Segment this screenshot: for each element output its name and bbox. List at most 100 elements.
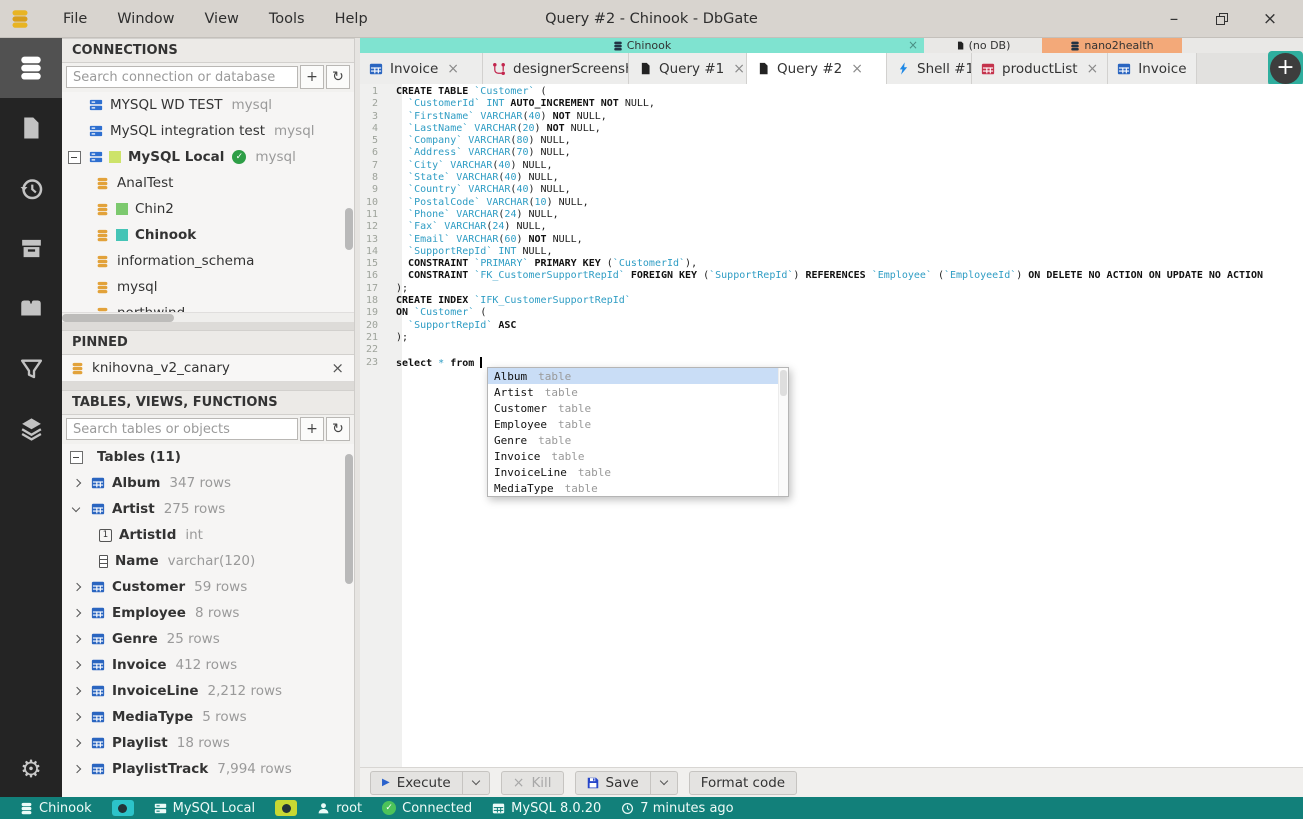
autocomplete-item[interactable]: Album table (488, 368, 778, 384)
code-line[interactable]: 5 `Company` VARCHAR(80) NULL, (360, 135, 1303, 147)
autocomplete-item[interactable]: Employee table (488, 416, 778, 432)
code-line[interactable]: 6 `Address` VARCHAR(70) NULL, (360, 147, 1303, 159)
tables-search-input[interactable] (66, 418, 298, 440)
code-line[interactable]: 14 `SupportRepId` INT NULL, (360, 246, 1303, 258)
tab[interactable]: productList × (972, 53, 1109, 84)
tab[interactable]: Invoice (1108, 53, 1197, 84)
status-database[interactable]: Chinook (10, 801, 102, 816)
tab[interactable]: Shell #1 × (887, 53, 972, 84)
autocomplete-item[interactable]: MediaType table (488, 480, 778, 496)
restore-button[interactable] (1211, 8, 1233, 30)
table-tree-item[interactable]: InvoiceLine 2,212 rows (62, 678, 354, 704)
table-tree-item[interactable]: Album 347 rows (62, 470, 354, 496)
code-line[interactable]: 8 `State` VARCHAR(40) NULL, (360, 172, 1303, 184)
code-line[interactable]: 4 `LastName` VARCHAR(20) NOT NULL, (360, 123, 1303, 135)
collapse-box-icon[interactable] (68, 450, 90, 464)
menu-item[interactable]: View (191, 7, 251, 31)
refresh-connections-button[interactable]: ↻ (326, 65, 350, 89)
menu-item[interactable]: Help (322, 7, 381, 31)
connection-item[interactable]: information_schema (62, 248, 354, 274)
table-tree-item[interactable]: Genre 25 rows (62, 626, 354, 652)
menu-item[interactable]: Window (104, 7, 187, 31)
close-group-icon[interactable]: × (908, 38, 918, 52)
tab[interactable]: designerScreenshot × (483, 53, 629, 84)
minimize-button[interactable]: – (1163, 8, 1185, 30)
connections-header[interactable]: CONNECTIONS (62, 38, 354, 63)
code-line[interactable]: 18 CREATE INDEX `IFK_CustomerSupportRepI… (360, 295, 1303, 307)
connections-hscrollbar[interactable] (62, 312, 354, 322)
status-db-color-badge[interactable] (102, 800, 144, 816)
pinned-item[interactable]: knihovna_v2_canary × (62, 355, 354, 382)
refresh-tables-button[interactable]: ↻ (326, 417, 350, 441)
tab[interactable]: Query #1 × (629, 53, 747, 84)
code-line[interactable]: 10 `PostalCode` VARCHAR(10) NULL, (360, 197, 1303, 209)
code-line[interactable]: 2 `CustomerId` INT AUTO_INCREMENT NOT NU… (360, 98, 1303, 110)
connection-item[interactable]: MySQL integration test mysql (62, 118, 354, 144)
tab-group-chinook[interactable]: Chinook × (360, 38, 924, 53)
code-line[interactable]: 22 (360, 344, 1303, 356)
status-connection[interactable]: ✓ Connected (372, 801, 482, 816)
settings-button[interactable]: ⚙ (0, 741, 62, 797)
pinned-header[interactable]: PINNED (62, 330, 354, 355)
expand-chevron-icon[interactable] (68, 580, 90, 594)
code-line[interactable]: 15 CONSTRAINT `PRIMARY` PRIMARY KEY (`Cu… (360, 258, 1303, 270)
code-line[interactable]: 20 `SupportRepId` ASC (360, 320, 1303, 332)
expand-chevron-icon[interactable] (68, 710, 90, 724)
connection-item[interactable]: Chin2 (62, 196, 354, 222)
expand-chevron-icon[interactable] (68, 736, 90, 750)
expand-chevron-icon[interactable] (68, 762, 90, 776)
code-line[interactable]: 7 `City` VARCHAR(40) NULL, (360, 160, 1303, 172)
kill-button[interactable]: × Kill (500, 770, 564, 795)
status-server[interactable]: MySQL Local (144, 801, 265, 816)
connection-item[interactable]: Chinook (62, 222, 354, 248)
format-code-button[interactable]: Format code (688, 770, 798, 795)
execute-button[interactable]: ▶ Execute (370, 770, 463, 795)
close-tab-icon[interactable]: × (851, 61, 863, 77)
table-tree-item[interactable]: Customer 59 rows (62, 574, 354, 600)
table-tree-item[interactable]: Artist 275 rows (62, 496, 354, 522)
add-connection-button[interactable]: + (300, 65, 324, 89)
tables-root-node[interactable]: Tables (11) (62, 444, 354, 470)
save-options-button[interactable] (650, 770, 678, 795)
new-tab-button[interactable]: + (1268, 51, 1303, 86)
connection-item[interactable]: MySQL Local mysql (62, 144, 354, 170)
code-line[interactable]: 16 CONSTRAINT `FK_CustomerSupportRepId` … (360, 270, 1303, 282)
sidebar-item-layers[interactable] (0, 398, 62, 458)
expand-chevron-icon[interactable] (68, 658, 90, 672)
code-line[interactable]: 12 `Fax` VARCHAR(24) NULL, (360, 221, 1303, 233)
expand-chevron-icon[interactable] (68, 632, 90, 646)
code-line[interactable]: 13 `Email` VARCHAR(60) NOT NULL, (360, 234, 1303, 246)
connection-item[interactable]: MYSQL WD TEST mysql (62, 92, 354, 118)
code-line[interactable]: 17 ); (360, 283, 1303, 295)
autocomplete-scrollbar[interactable] (778, 368, 788, 496)
sidebar-item-history[interactable] (0, 158, 62, 218)
code-line[interactable]: 1 CREATE TABLE `Customer` ( (360, 86, 1303, 98)
expand-chevron-icon[interactable] (68, 606, 90, 620)
tab-group-nano2health[interactable]: nano2health (1042, 38, 1182, 53)
table-tree-item[interactable]: ArtistId int (62, 522, 354, 548)
table-tree-item[interactable]: PlaylistTrack 7,994 rows (62, 756, 354, 782)
unpin-close-icon[interactable]: × (331, 359, 344, 377)
connection-item[interactable]: mysql (62, 274, 354, 300)
expand-chevron-icon[interactable] (68, 476, 90, 490)
tables-header[interactable]: TABLES, VIEWS, FUNCTIONS (62, 390, 354, 415)
connections-scrollbar-thumb[interactable] (345, 208, 353, 250)
table-tree-item[interactable]: Playlist 18 rows (62, 730, 354, 756)
table-tree-item[interactable]: Name varchar(120) (62, 548, 354, 574)
tables-scrollbar-thumb[interactable] (345, 454, 353, 584)
execute-options-button[interactable] (462, 770, 490, 795)
close-tab-icon[interactable]: × (733, 61, 745, 77)
expand-chevron-icon[interactable] (66, 124, 88, 138)
status-server-color-badge[interactable] (265, 800, 307, 816)
table-tree-item[interactable]: MediaType 5 rows (62, 704, 354, 730)
menu-item[interactable]: File (50, 7, 100, 31)
code-line[interactable]: 3 `FirstName` VARCHAR(40) NOT NULL, (360, 111, 1303, 123)
expand-chevron-icon[interactable] (68, 502, 90, 516)
sidebar-item-notebook[interactable] (0, 278, 62, 338)
tab-group-nodb[interactable]: (no DB) (924, 38, 1042, 53)
sidebar-item-archive[interactable] (0, 218, 62, 278)
status-user[interactable]: root (307, 801, 372, 816)
sidebar-item-database[interactable] (0, 38, 62, 98)
connections-search-input[interactable] (66, 66, 298, 88)
autocomplete-item[interactable]: Invoice table (488, 448, 778, 464)
